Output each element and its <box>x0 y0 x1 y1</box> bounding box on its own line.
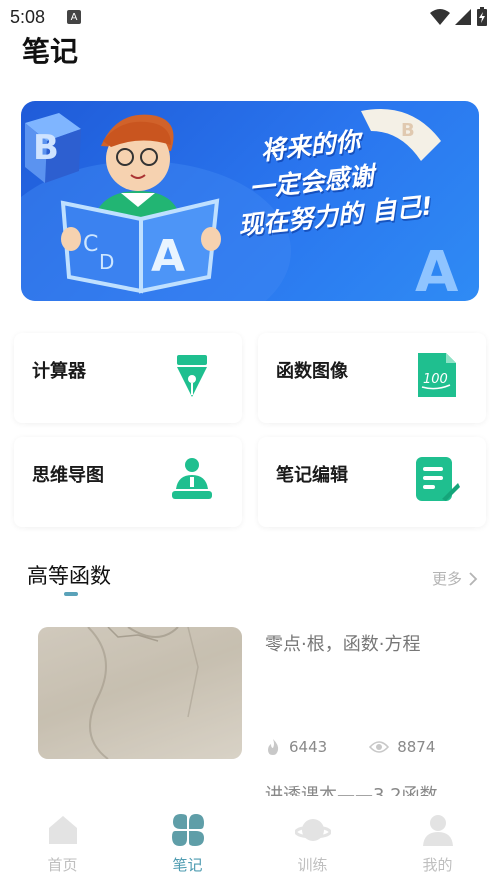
svg-text:A: A <box>151 231 185 282</box>
battery-icon <box>477 7 487 26</box>
eye-icon <box>369 741 390 753</box>
clover-icon <box>171 814 204 846</box>
tool-label: 计算器 <box>32 361 86 382</box>
tool-note-edit[interactable]: 笔记编辑 <box>258 437 486 527</box>
article-title[interactable]: 讲透课本——3.2函数 <box>265 782 438 796</box>
edit-note-icon <box>416 457 460 501</box>
more-label: 更多 <box>431 570 462 588</box>
section-underline <box>64 592 78 596</box>
letter-a-block: A <box>415 240 459 301</box>
banner-slogan: 将来的你 一定会感谢 现在努力的 自己! <box>229 117 434 245</box>
status-bar: 5:08 A <box>0 0 500 34</box>
tab-label: 我的 <box>422 856 453 874</box>
tab-notes[interactable]: 笔记 <box>125 796 250 888</box>
tool-label: 笔记编辑 <box>276 465 348 486</box>
svg-text:C: C <box>83 232 98 257</box>
svg-text:D: D <box>99 250 114 274</box>
app-notification-icon: A <box>67 10 82 24</box>
like-count: 6443 <box>289 738 328 756</box>
promo-banner[interactable]: B A B C D A 将来的你 一定会感谢 现在努力的 自己! <box>21 101 479 301</box>
svg-text:100: 100 <box>423 372 448 387</box>
flame-icon <box>268 739 279 755</box>
more-link[interactable]: 更多 <box>432 568 478 589</box>
tool-function-graph[interactable]: 函数图像 100 <box>258 333 486 423</box>
planet-icon <box>294 819 331 841</box>
tab-profile[interactable]: 我的 <box>375 796 500 888</box>
tab-training[interactable]: 训练 <box>250 796 375 888</box>
signal-icon <box>455 9 471 25</box>
teacher-icon <box>172 458 212 499</box>
tool-calculator[interactable]: 计算器 <box>14 333 242 423</box>
status-time: 5:08 <box>10 6 46 27</box>
article-title[interactable]: 零点·根，函数·方程 <box>265 630 420 656</box>
home-icon <box>48 816 77 844</box>
tool-label: 函数图像 <box>276 361 348 382</box>
page-title: 笔记 <box>22 35 79 68</box>
tab-label: 笔记 <box>172 856 203 874</box>
section-title: 高等函数 <box>27 564 111 588</box>
user-icon <box>422 815 453 846</box>
status-icons <box>430 7 488 27</box>
chevron-right-icon <box>469 571 478 586</box>
tab-label: 首页 <box>47 856 78 874</box>
sketch-image <box>38 627 242 759</box>
article-thumbnail[interactable] <box>38 627 242 759</box>
bottom-tab-bar: 首页 笔记 训练 我的 <box>0 796 500 888</box>
letter-b-block: B <box>25 113 81 183</box>
score-paper-icon: 100 <box>418 353 456 397</box>
wifi-icon <box>430 9 450 25</box>
fountain-pen-icon <box>177 355 207 397</box>
svg-text:A: A <box>415 240 459 301</box>
tab-home[interactable]: 首页 <box>0 796 125 888</box>
svg-text:B: B <box>33 128 59 168</box>
tool-mind-map[interactable]: 思维导图 <box>14 437 242 527</box>
tool-label: 思维导图 <box>32 465 104 486</box>
tab-label: 训练 <box>297 856 328 874</box>
article-stats: 6443 8874 <box>265 738 435 756</box>
view-count: 8874 <box>397 738 436 756</box>
